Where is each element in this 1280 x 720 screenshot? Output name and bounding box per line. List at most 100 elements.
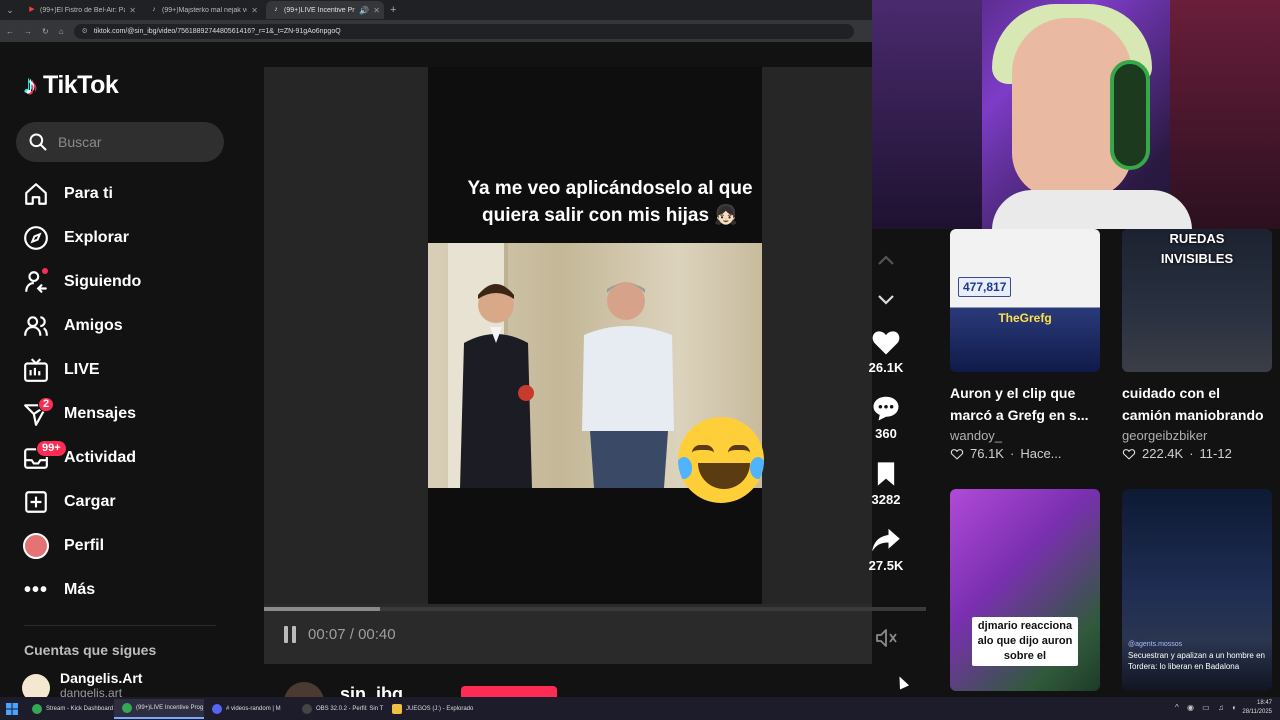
tab-search-icon[interactable]: ⌄: [2, 2, 18, 18]
system-tray-icons[interactable]: ^ ◉ ▭ ♫ ◐: [1175, 703, 1240, 712]
person-figure: [460, 284, 534, 488]
obs-icon: [302, 703, 312, 714]
follow-button[interactable]: [461, 686, 557, 697]
notification-dot: [42, 268, 48, 274]
compass-icon: [22, 224, 50, 252]
nav-item-cargar[interactable]: Cargar: [22, 480, 232, 524]
share-icon: [872, 528, 900, 552]
speaker-icon[interactable]: 🔊: [359, 6, 369, 15]
video-card[interactable]: 477,817 TheGrefg Auron y el clip que mar…: [950, 229, 1100, 461]
youtube-icon: ▶: [29, 6, 35, 13]
video-thumbnail: @agents.mossos Secuestran y apalizan a u…: [1122, 489, 1272, 691]
windows-start-icon[interactable]: [0, 702, 24, 715]
search-input[interactable]: [58, 134, 208, 150]
clock-date: 28/11/2025: [1242, 709, 1272, 715]
url-field[interactable]: ⚙ tiktok.com/@sin_ibg/video/756188927448…: [73, 23, 854, 39]
activity-badge: 99+: [36, 440, 67, 457]
author-name[interactable]: sin_ibg: [340, 684, 403, 697]
video-caption-overlay: Ya me veo aplicándoselo al que quiera sa…: [467, 178, 753, 226]
video-progress-bar[interactable]: [264, 607, 926, 611]
card-date: 11-12: [1199, 446, 1232, 461]
nav-item-mas[interactable]: ••• Más: [22, 568, 232, 612]
taskbar-item-active[interactable]: (99+)LIVE Incentive Prog: [114, 698, 204, 719]
mouse-cursor: [894, 674, 910, 690]
nav-item-live[interactable]: LIVE: [22, 348, 232, 392]
chrome-icon: [122, 702, 132, 713]
close-icon[interactable]: ✕: [251, 6, 258, 15]
action-rail: 26.1K 360 3282 27.5K: [858, 240, 914, 586]
clock[interactable]: 18:47 28/11/2025: [1242, 699, 1272, 717]
comment-button[interactable]: 360: [871, 394, 901, 454]
nav-item-para-ti[interactable]: Para ti: [22, 172, 232, 216]
nav-label: Explorar: [64, 229, 129, 246]
site-info-icon[interactable]: ⚙: [82, 27, 88, 35]
current-time: 00:07: [308, 626, 346, 643]
pause-icon[interactable]: [284, 626, 296, 643]
thumb-text: RUEDAS INVISIBLES: [1160, 231, 1234, 266]
nav-label: Mensajes: [64, 405, 137, 422]
reload-icon[interactable]: ↻: [42, 27, 49, 36]
tiktok-logo[interactable]: ♪ TikTok: [24, 70, 119, 101]
bookmark-icon: [877, 462, 895, 486]
close-icon[interactable]: ✕: [373, 6, 380, 15]
avatar[interactable]: [284, 682, 324, 697]
card-title: Auron y el clip que marcó a Grefg en s..…: [950, 385, 1089, 423]
video-player[interactable]: Ya me veo aplicándoselo al que quiera sa…: [264, 67, 872, 664]
card-stats: 222.4K · 11-12: [1122, 446, 1272, 461]
taskbar-item[interactable]: Stream - Kick Dashboard: [24, 699, 114, 719]
nav-label: Para ti: [64, 185, 113, 202]
divider: [24, 625, 216, 626]
taskbar-item[interactable]: OBS 32.0.2 - Perfil: Sin T: [294, 699, 384, 719]
video-thumbnail: RUEDAS INVISIBLES: [1122, 229, 1272, 372]
previous-video-button[interactable]: [877, 240, 895, 280]
nav-item-mensajes[interactable]: 2 Mensajes: [22, 392, 232, 436]
video-card[interactable]: djmario reacciona alo que dijo auron sob…: [950, 489, 1100, 691]
chevron-up-icon: [878, 255, 894, 265]
back-icon[interactable]: ←: [6, 27, 14, 36]
thumb-badge: 477,817: [958, 277, 1012, 297]
tiktok-icon: ♪: [152, 6, 156, 13]
share-button[interactable]: 27.5K: [869, 526, 903, 586]
progress-fill: [264, 607, 380, 611]
new-tab-button[interactable]: +: [390, 4, 396, 16]
upload-icon: [22, 488, 50, 516]
tab-title: (99+)LIVE Incentive Progra: [284, 6, 355, 14]
nav-item-explorar[interactable]: Explorar: [22, 216, 232, 260]
main-nav: Para ti Explorar Siguiendo Amigos LIVE 2…: [22, 172, 232, 612]
volume-muted-icon[interactable]: [874, 627, 898, 649]
dot-separator: ·: [1189, 446, 1194, 461]
tab-title: (99+)Majsterko mal nejak vefa: [162, 6, 248, 14]
nav-item-amigos[interactable]: Amigos: [22, 304, 232, 348]
browser-tab[interactable]: ♪ (99+)Majsterko mal nejak vefa ✕: [144, 1, 262, 19]
nav-item-actividad[interactable]: 99+ Actividad: [22, 436, 232, 480]
like-count: 26.1K: [868, 360, 904, 375]
video-controls: 00:07 / 00:40: [284, 626, 396, 643]
nav-item-siguiendo[interactable]: Siguiendo: [22, 260, 232, 304]
send-icon: 2: [22, 397, 55, 428]
messages-badge: 2: [38, 397, 55, 412]
heart-icon: [872, 331, 900, 355]
home-browser-icon[interactable]: ⌂: [59, 27, 64, 36]
forward-icon[interactable]: →: [24, 27, 32, 36]
following-title: Cuentas que sigues: [24, 642, 157, 658]
nav-item-perfil[interactable]: Perfil: [22, 524, 232, 568]
taskbar-item[interactable]: # videos-random | M: [204, 699, 294, 719]
thumb-text: djmario reacciona alo que dijo auron sob…: [972, 617, 1078, 666]
author-strip: sin_ibg: [264, 676, 872, 697]
video-card[interactable]: RUEDAS INVISIBLES cuidado con el camión …: [1122, 229, 1272, 461]
browser-tab-active[interactable]: ♪ (99+)LIVE Incentive Progra 🔊 ✕: [266, 1, 384, 19]
nav-label: Amigos: [64, 317, 123, 334]
tab-title: (99+)El Fistro de Bel-Air: Parodi: [40, 6, 125, 14]
next-video-button[interactable]: [877, 280, 895, 320]
laughing-emoji-icon: [678, 417, 764, 503]
taskbar-item[interactable]: JUEGOS (J:) - Explorado: [384, 699, 474, 719]
search-box[interactable]: [16, 122, 224, 162]
comment-count: 360: [875, 426, 897, 441]
like-button[interactable]: 26.1K: [868, 328, 904, 388]
video-card[interactable]: @agents.mossos Secuestran y apalizan a u…: [1122, 489, 1272, 691]
discord-icon: [212, 703, 222, 714]
close-icon[interactable]: ✕: [129, 6, 136, 15]
browser-tab[interactable]: ▶ (99+)El Fistro de Bel-Air: Parodi ✕: [22, 1, 140, 19]
save-button[interactable]: 3282: [872, 460, 900, 520]
video-thumbnail: 477,817 TheGrefg: [950, 229, 1100, 372]
